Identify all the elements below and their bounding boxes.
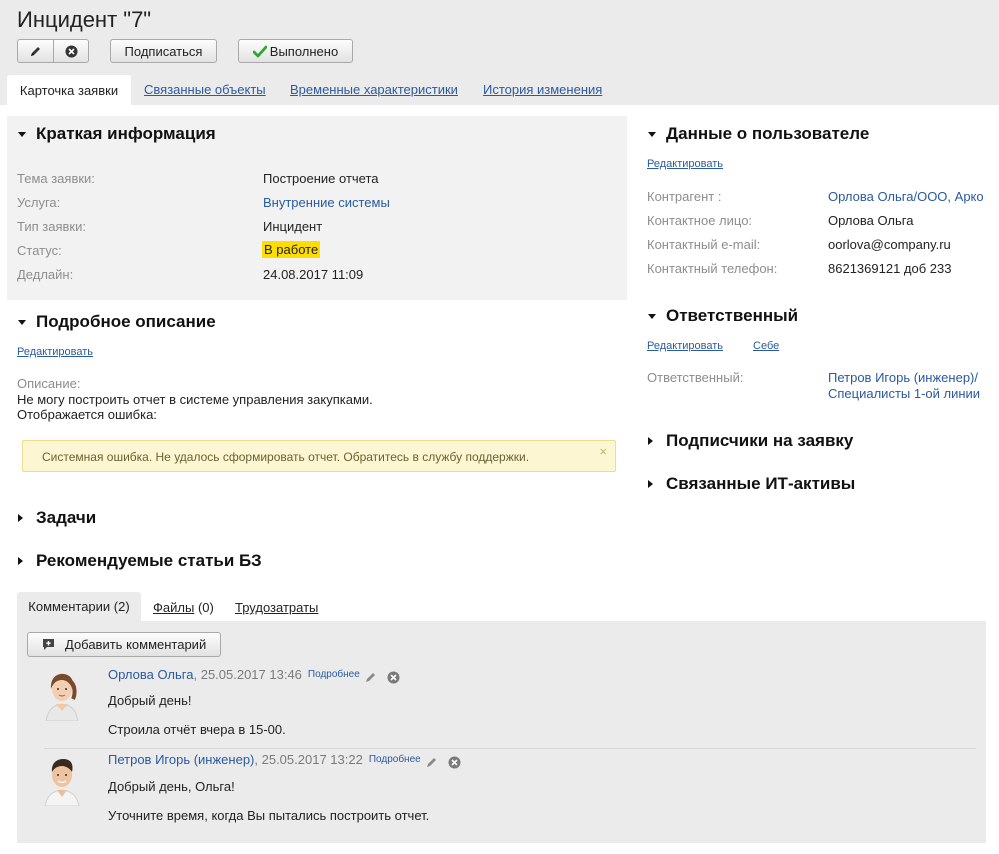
comment-header: Орлова Ольга, 25.05.2017 13:46 Подробнее [108,667,360,682]
description-line: Отображается ошибка: [17,407,157,422]
tab-files-label: Файлы [153,600,195,615]
delete-icon[interactable] [448,756,461,769]
comment-text-line: Уточните время, когда Вы пытались постро… [108,808,430,823]
add-comment-button[interactable]: Добавить комментарий [27,632,221,657]
add-comment-label: Добавить комментарий [65,637,207,652]
contact-person-value: Орлова Ольга [828,213,914,228]
it-assets-header[interactable]: Связанные ИТ-активы [647,474,855,494]
tasks-header[interactable]: Задачи [17,508,96,528]
tab-time-characteristics[interactable]: Временные характеристики [290,82,458,97]
user-edit-link[interactable]: Редактировать [647,158,723,170]
error-message: Системная ошибка. Не удалось сформироват… [42,450,530,464]
comment-text-line: Добрый день! [108,693,192,708]
collapse-arrow-icon [18,131,26,137]
subscribers-title: Подписчики на заявку [666,431,854,450]
tab-labor-label: Трудозатраты [235,600,319,615]
add-comment-icon [43,639,54,650]
responsible-group-link[interactable]: Специалисты 1-ой линии [828,386,980,401]
avatar [40,667,84,721]
deadline-label: Дедлайн: [17,267,74,282]
contact-email-label: Контактный e-mail: [647,237,761,252]
collapse-arrow-icon [18,319,26,325]
contact-person-label: Контактное лицо: [647,213,753,228]
edit-button[interactable] [17,39,54,63]
description-text: Описание: Не могу построить отчет в сист… [17,376,373,423]
comment-actions [425,756,461,769]
close-circle-icon [65,45,77,57]
tab-card[interactable]: Карточка заявки [7,75,131,105]
comment-divider [44,748,976,749]
tab-change-history[interactable]: История изменения [483,82,602,97]
comment-more-link[interactable]: Подробнее [308,669,360,680]
kb-articles-header[interactable]: Рекомендуемые статьи БЗ [17,551,262,571]
status-label: Статус: [17,243,62,258]
description-line: Не могу построить отчет в системе управл… [17,391,373,407]
pencil-icon[interactable] [425,756,438,769]
expand-arrow-icon [18,557,23,565]
description-header[interactable]: Подробное описание [17,312,216,332]
delete-icon[interactable] [387,671,400,684]
expand-arrow-icon [648,480,653,488]
brief-info-header[interactable]: Краткая информация [17,124,216,144]
avatar [40,752,84,806]
subscribers-header[interactable]: Подписчики на заявку [647,431,853,451]
comment-author-link[interactable]: Петров Игорь (инженер) [108,752,254,767]
subscribe-button[interactable]: Подписаться [110,39,217,63]
error-alert: Системная ошибка. Не удалось сформироват… [22,440,616,472]
collapse-arrow-icon [648,313,656,319]
topic-label: Тема заявки: [17,171,95,186]
tasks-title: Задачи [36,508,97,527]
check-icon [252,45,267,57]
close-icon[interactable]: × [599,444,607,459]
user-data-header[interactable]: Данные о пользователе [647,124,869,144]
pencil-icon [31,46,40,56]
deadline-value: 24.08.2017 11:09 [263,267,364,282]
expand-arrow-icon [648,437,653,445]
responsible-header[interactable]: Ответственный [647,306,798,326]
tab-labor[interactable]: Трудозатраты [235,600,318,615]
page-title: Инцидент "7" [17,7,152,32]
expand-arrow-icon [18,514,23,522]
contractor-link[interactable]: Орлова Ольга/ООО, Арко [828,189,984,204]
comment-author-link[interactable]: Орлова Ольга [108,667,193,682]
status-badge: В работе [262,241,321,258]
responsible-title: Ответственный [666,306,799,325]
request-type-value: Инцидент [263,219,323,234]
comment-text-line: Строила отчёт вчера в 15-00. [108,722,286,737]
tab-files[interactable]: Файлы (0) [153,600,214,615]
service-label: Услуга: [17,195,61,210]
comment-date: , 25.05.2017 13:22 [254,752,363,767]
contact-phone-value: 8621369121 доб 233 [828,261,952,276]
responsible-person-link[interactable]: Петров Игорь (инженер)/ [828,370,978,385]
it-assets-title: Связанные ИТ-активы [666,474,856,493]
responsible-edit-link[interactable]: Редактировать [647,340,723,352]
user-data-title: Данные о пользователе [666,124,870,143]
service-link[interactable]: Внутренние системы [263,195,390,210]
comment-text-line: Добрый день, Ольга! [108,779,235,794]
comment-more-link[interactable]: Подробнее [369,754,421,765]
cancel-button[interactable] [53,39,89,63]
description-label: Описание: [17,376,81,391]
brief-info-title: Краткая информация [36,124,216,143]
responsible-label: Ответственный: [647,370,744,385]
comment-date: , 25.05.2017 13:46 [193,667,302,682]
comment-actions [364,671,400,684]
description-edit-link[interactable]: Редактировать [17,346,93,358]
kb-articles-title: Рекомендуемые статьи БЗ [36,551,262,570]
collapse-arrow-icon [648,131,656,137]
assign-self-link[interactable]: Себе [753,340,779,352]
done-button-label: Выполнено [269,43,339,59]
done-button[interactable]: Выполнено [238,39,353,63]
contact-email-value: oorlova@company.ru [828,237,951,252]
pencil-icon[interactable] [364,671,377,684]
description-title: Подробное описание [36,312,216,331]
contact-phone-label: Контактный телефон: [647,261,778,276]
tab-related-objects[interactable]: Связанные объекты [144,82,266,97]
tab-comments[interactable]: Комментарии (2) [17,592,141,621]
comment-header: Петров Игорь (инженер), 25.05.2017 13:22… [108,752,421,767]
topic-value: Построение отчета [263,171,379,186]
tab-files-count: (0) [197,600,214,615]
contractor-label: Контрагент : [647,189,722,204]
request-type-label: Тип заявки: [17,219,86,234]
